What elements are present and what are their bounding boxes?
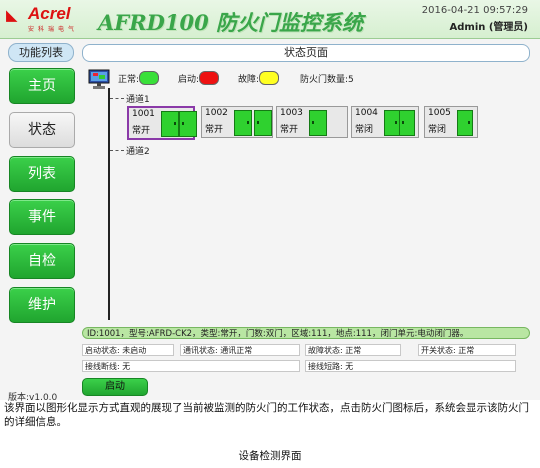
door-id: 1002	[205, 108, 228, 118]
door-leaf-icon	[309, 110, 327, 136]
legend-fault-label: 故障:	[238, 75, 260, 85]
door-1001[interactable]: 1001 常开	[127, 106, 197, 140]
door-1003[interactable]: 1003 常开	[276, 106, 348, 138]
door-info-bar: ID:1001，型号:AFRD-CK2，类型:常开，门数:双门，区域:111，地…	[82, 327, 530, 339]
legend-normal-swatch	[139, 71, 159, 85]
nav-maintenance-button[interactable]: 维护	[9, 287, 75, 323]
door-count: 防火门数量:5	[300, 75, 354, 85]
app-title: AFRD100 防火门监控系统	[98, 10, 364, 35]
nav-home-button[interactable]: 主页	[9, 68, 75, 104]
nav-selftest-button[interactable]: 自检	[9, 243, 75, 279]
door-id: 1005	[428, 108, 451, 118]
door-status: 常闭	[355, 125, 374, 135]
door-status: 常开	[205, 125, 224, 135]
page-title: 状态页面	[82, 44, 530, 62]
door-leaf-left-icon	[384, 110, 400, 136]
channel-2-connector	[110, 150, 124, 151]
logo-subtitle: 安科瑞电气	[28, 26, 79, 33]
header: ◣ Acrel 安科瑞电气 AFRD100 防火门监控系统 2016-04-21…	[0, 0, 540, 39]
figure-caption: 设备检测界面	[238, 450, 302, 462]
acrel-logo: ◣ Acrel 安科瑞电气	[6, 4, 90, 33]
sidebar-title: 功能列表	[8, 43, 74, 62]
controller-computer-icon	[88, 69, 110, 89]
door-leaf-right-icon	[179, 111, 197, 137]
door-leaf-left-icon	[234, 110, 252, 136]
door-id: 1001	[132, 109, 155, 119]
door-status: 常闭	[428, 125, 447, 135]
channel-1-label: 通道1	[126, 95, 150, 105]
channel-1-connector	[110, 98, 124, 99]
nav-events-button[interactable]: 事件	[9, 199, 75, 235]
current-user[interactable]: Admin (管理员)	[422, 18, 529, 33]
start-state-field: 启动状态: 未启动	[82, 344, 174, 356]
door-leaf-icon	[457, 110, 473, 136]
door-leaf-right-icon	[399, 110, 415, 136]
line-short-field: 接线短路: 无	[305, 360, 516, 372]
logo-text: Acrel	[28, 4, 71, 23]
door-1004[interactable]: 1004 常闭	[351, 106, 419, 138]
datetime: 2016-04-21 09:57:29	[421, 5, 528, 16]
door-leaf-right-icon	[254, 110, 272, 136]
door-status: 常开	[280, 125, 299, 135]
door-status: 常开	[132, 126, 151, 136]
door-leaf-left-icon	[161, 111, 179, 137]
nav-status-button[interactable]: 状态	[9, 112, 75, 148]
start-button[interactable]: 启动	[82, 378, 148, 396]
fault-state-field: 故障状态: 正常	[305, 344, 401, 356]
legend-started-swatch	[199, 71, 219, 85]
legend-started-label: 启动:	[178, 75, 200, 85]
app-window: ◣ Acrel 安科瑞电气 AFRD100 防火门监控系统 2016-04-21…	[0, 0, 540, 403]
legend-normal-label: 正常:	[118, 75, 140, 85]
clock: 2016-04-21 09:57:29 Admin (管理员)	[422, 5, 528, 33]
description-text: 该界面以图形化显示方式直观的展现了当前被监测的防火门的工作状态，点击防火门图标后…	[4, 402, 529, 428]
bus-line	[108, 88, 110, 320]
line-break-field: 接线断线: 无	[82, 360, 300, 372]
door-1002[interactable]: 1002 常开	[201, 106, 273, 138]
door-id: 1003	[280, 108, 303, 118]
door-id: 1004	[355, 108, 378, 118]
switch-state-field: 开关状态: 正常	[418, 344, 516, 356]
door-1005[interactable]: 1005 常闭	[424, 106, 478, 138]
channel-2-label: 通道2	[126, 147, 150, 157]
comm-state-field: 通讯状态: 通讯正常	[180, 344, 300, 356]
legend-fault-swatch	[259, 71, 279, 85]
logo-mark-icon: ◣	[6, 6, 18, 24]
nav-list-button[interactable]: 列表	[9, 156, 75, 192]
